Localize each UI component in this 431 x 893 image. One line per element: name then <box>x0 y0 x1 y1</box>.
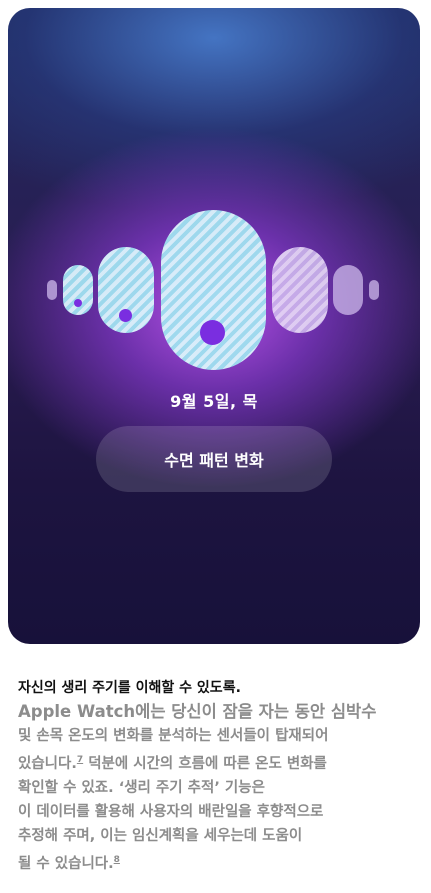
sleep-pattern-change-button[interactable]: 수면 패턴 변화 <box>96 426 332 492</box>
cycle-day-pill <box>333 265 363 315</box>
description-line: 있습니다.7 덕분에 시간의 흐름에 따른 온도 변화를 <box>18 748 418 776</box>
footnote-link[interactable]: 8 <box>114 855 120 865</box>
description-line: 확인할 수 있죠. ‘생리 주기 추적’ 기능은 <box>18 779 265 796</box>
cycle-day-selected-dot <box>200 320 225 345</box>
cycle-day-dot <box>119 309 132 322</box>
description-line: 이 데이터를 활용해 사용자의 배란일을 후향적으로 <box>18 803 324 820</box>
cycle-day-dot <box>74 299 82 307</box>
description-text: 될 수 있습니다. <box>18 855 114 872</box>
cycle-day-pill <box>63 265 93 315</box>
cycle-day-pill <box>47 280 57 300</box>
cycle-day-pill <box>369 280 379 300</box>
date-label: 9월 5일, 목 <box>170 392 258 411</box>
cycle-day-pill <box>272 247 328 333</box>
description-paragraph: Apple Watch에는 당신이 잠을 자는 동안 심박수 및 손목 온도의 … <box>18 700 418 876</box>
description-line: 추정해 주며, 이는 임신계획을 세우는데 도움이 <box>18 827 303 844</box>
cycle-tracking-card: 9월 5일, 목 수면 패턴 변화 <box>8 8 420 644</box>
description-line: Apple Watch에는 당신이 잠을 자는 동안 심박수 <box>18 702 377 721</box>
description-line: 될 수 있습니다.8 <box>18 848 418 876</box>
description-text: 덕분에 시간의 흐름에 따른 온도 변화를 <box>83 755 327 772</box>
description-line: 및 손목 온도의 변화를 분석하는 센서들이 탑재되어 <box>18 728 329 744</box>
cycle-day-pill-selected <box>161 210 266 370</box>
section-heading: 자신의 생리 주기를 이해할 수 있도록. <box>18 680 241 696</box>
description-text: 있습니다. <box>18 755 77 772</box>
